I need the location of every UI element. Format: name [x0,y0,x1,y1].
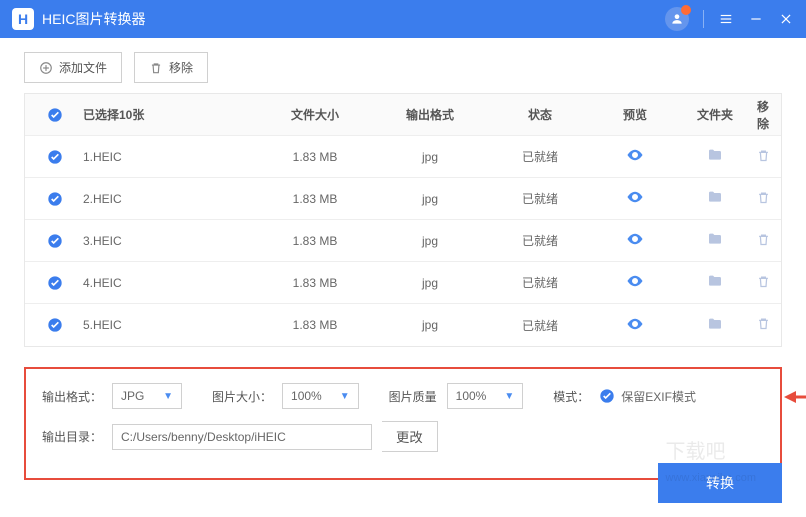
select-all-checkbox[interactable] [47,107,63,123]
table-row: 4.HEIC 1.83 MB jpg 已就绪 [25,262,781,304]
preview-icon[interactable] [626,315,644,333]
quality-select[interactable]: 100% ▼ [447,383,524,409]
cell-format: jpg [375,318,485,332]
delete-icon[interactable] [756,232,771,247]
preview-icon[interactable] [626,146,644,164]
app-logo-icon: H [12,8,34,30]
arrow-annotation-icon [784,387,806,407]
remove-label: 移除 [169,59,193,76]
preview-icon[interactable] [626,272,644,290]
chevron-down-icon: ▼ [340,391,350,402]
cell-size: 1.83 MB [255,192,375,206]
row-checkbox[interactable] [47,317,63,333]
cell-status: 已就绪 [485,148,595,165]
cell-status: 已就绪 [485,232,595,249]
cell-name: 5.HEIC [75,318,255,332]
folder-icon[interactable] [707,147,723,163]
cell-status: 已就绪 [485,190,595,207]
table-row: 2.HEIC 1.83 MB jpg 已就绪 [25,178,781,220]
chevron-down-icon: ▼ [504,391,514,402]
col-format: 输出格式 [375,106,485,123]
row-checkbox[interactable] [47,275,63,291]
add-file-button[interactable]: 添加文件 [24,52,122,83]
delete-icon[interactable] [756,148,771,163]
chevron-down-icon: ▼ [163,391,173,402]
size-select[interactable]: 100% ▼ [282,383,359,409]
cell-format: jpg [375,276,485,290]
format-select[interactable]: JPG ▼ [112,383,182,409]
table-row: 5.HEIC 1.83 MB jpg 已就绪 [25,304,781,346]
cell-size: 1.83 MB [255,150,375,164]
col-remove: 移除 [755,98,771,132]
preview-icon[interactable] [626,230,644,248]
delete-icon[interactable] [756,316,771,331]
folder-icon[interactable] [707,231,723,247]
file-table: 已选择10张 文件大小 输出格式 状态 预览 文件夹 移除 1.HEIC 1.8… [24,93,782,347]
cell-format: jpg [375,150,485,164]
cell-size: 1.83 MB [255,234,375,248]
row-checkbox[interactable] [47,191,63,207]
user-badge-icon[interactable] [665,7,689,31]
table-row: 3.HEIC 1.83 MB jpg 已就绪 [25,220,781,262]
toolbar: 添加文件 移除 [0,38,806,93]
col-selected: 已选择10张 [75,106,255,123]
cell-name: 1.HEIC [75,150,255,164]
table-header: 已选择10张 文件大小 输出格式 状态 预览 文件夹 移除 [25,94,781,136]
col-preview: 预览 [595,106,675,123]
size-label: 图片大小： [212,388,272,405]
mode-value: 保留EXIF模式 [621,388,696,405]
cell-format: jpg [375,234,485,248]
table-row: 1.HEIC 1.83 MB jpg 已就绪 [25,136,781,178]
app-title: HEIC图片转换器 [42,9,665,29]
mode-label: 模式： [553,388,589,405]
cell-format: jpg [375,192,485,206]
remove-button[interactable]: 移除 [134,52,208,83]
cell-name: 3.HEIC [75,234,255,248]
titlebar: H HEIC图片转换器 [0,0,806,38]
cell-status: 已就绪 [485,317,595,334]
convert-button[interactable]: 转换 [658,463,782,503]
outdir-input[interactable] [112,424,372,450]
row-checkbox[interactable] [47,149,63,165]
trash-icon [149,61,163,75]
divider [703,10,704,28]
cell-size: 1.83 MB [255,318,375,332]
menu-icon[interactable] [718,11,734,27]
col-status: 状态 [485,106,595,123]
format-label: 输出格式： [42,388,102,405]
outdir-label: 输出目录： [42,428,102,445]
folder-icon[interactable] [707,316,723,332]
delete-icon[interactable] [756,274,771,289]
size-value: 100% [291,389,322,403]
close-icon[interactable] [778,11,794,27]
cell-size: 1.83 MB [255,276,375,290]
folder-icon[interactable] [707,189,723,205]
col-folder: 文件夹 [675,106,755,123]
delete-icon[interactable] [756,190,771,205]
cell-name: 2.HEIC [75,192,255,206]
add-file-label: 添加文件 [59,59,107,76]
quality-label: 图片质量 [389,388,437,405]
folder-icon[interactable] [707,273,723,289]
minimize-icon[interactable] [748,11,764,27]
cell-name: 4.HEIC [75,276,255,290]
row-checkbox[interactable] [47,233,63,249]
mode-checkbox[interactable]: 保留EXIF模式 [599,388,696,405]
plus-circle-icon [39,61,53,75]
check-circle-icon [599,388,615,404]
preview-icon[interactable] [626,188,644,206]
format-value: JPG [121,389,144,403]
change-dir-button[interactable]: 更改 [382,421,438,452]
col-size: 文件大小 [255,106,375,123]
cell-status: 已就绪 [485,274,595,291]
quality-value: 100% [456,389,487,403]
